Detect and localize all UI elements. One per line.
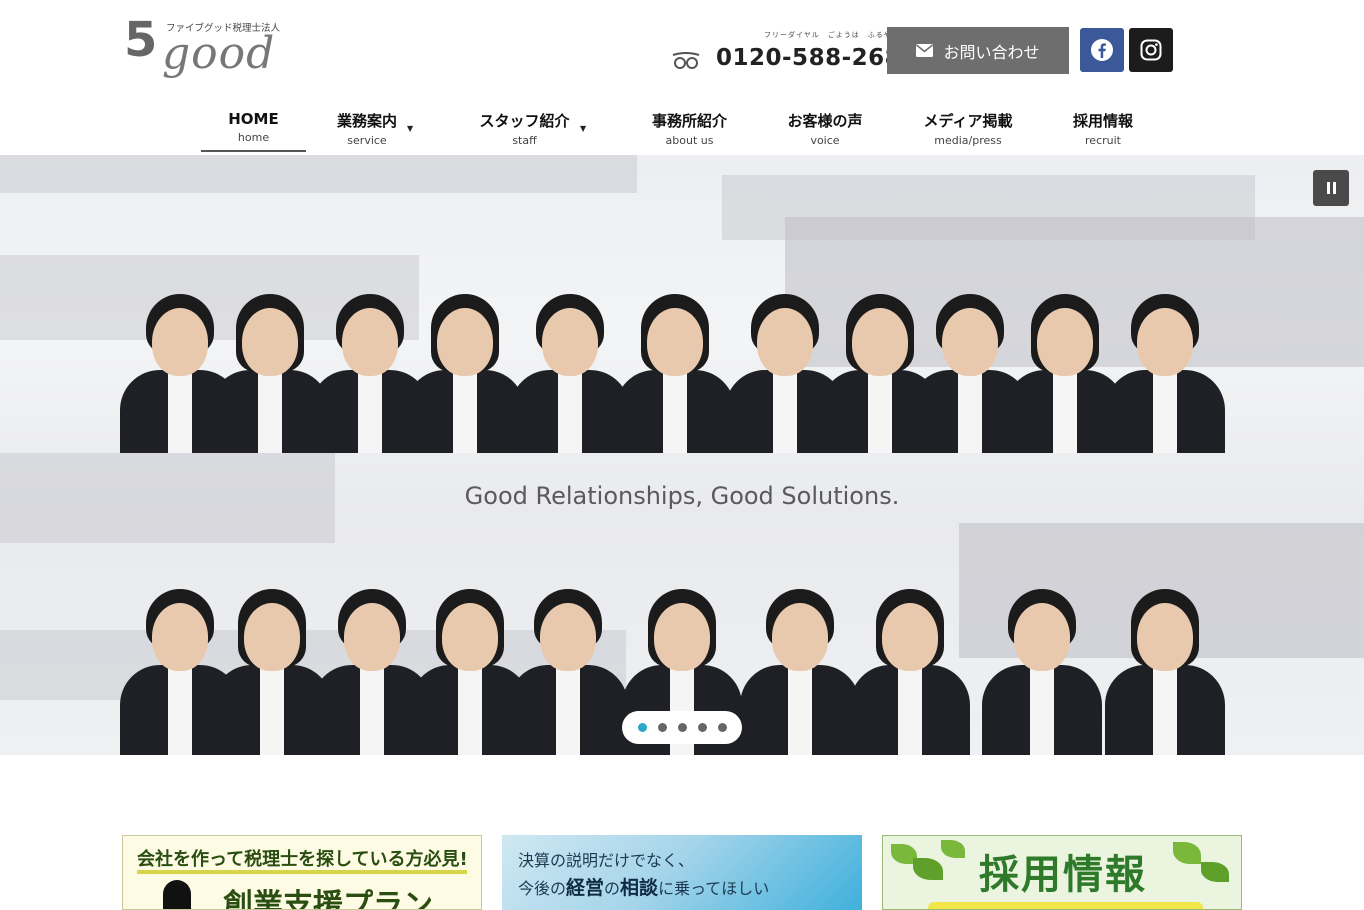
- hero-tagline: Good Relationships, Good Solutions.: [464, 482, 900, 510]
- banner-consultation[interactable]: 決算の説明だけでなく、 今後の経営の相談に乗ってほしい: [502, 835, 862, 910]
- main-nav: HOME home 業務案内 service ▼ スタッフ紹介 staff ▼ …: [0, 100, 1364, 155]
- nav-sublabel: voice: [810, 134, 840, 147]
- contact-button-label: お問い合わせ: [943, 42, 1040, 62]
- facebook-icon: [1091, 39, 1113, 61]
- nav-item-staff[interactable]: スタッフ紹介 staff: [472, 100, 577, 150]
- slider-pagination: [622, 711, 742, 744]
- banner-bar: [928, 902, 1203, 909]
- nav-sublabel: about us: [665, 134, 714, 147]
- phone-number[interactable]: 0120-588-268: [716, 45, 901, 71]
- staff-person: [405, 155, 525, 453]
- mail-icon: [916, 44, 934, 57]
- nav-sublabel: service: [347, 134, 387, 147]
- banner-line-1: 決算の説明だけでなく、: [518, 851, 695, 870]
- banner-title: 創業支援プラン: [223, 888, 433, 910]
- leaf-icon: [1173, 842, 1201, 864]
- slider-dot-3[interactable]: [677, 723, 687, 732]
- leaf-icon: [913, 858, 943, 880]
- nav-item-service[interactable]: 業務案内 service: [326, 100, 408, 150]
- site-header: 5 ファイブグッド税理士法人 good フリーダイヤル ごようは ふるや 012…: [0, 0, 1364, 155]
- person-silhouette-icon: [163, 880, 191, 909]
- nav-label: 業務案内: [336, 112, 397, 130]
- nav-item-home[interactable]: HOME home: [201, 100, 306, 152]
- banner-underline: [137, 870, 467, 874]
- staff-person: [850, 585, 970, 755]
- banner-line-2: 今後の経営の相談に乗ってほしい: [518, 877, 770, 899]
- pause-icon: [1332, 182, 1336, 194]
- logo[interactable]: 5 ファイブグッド税理士法人 good: [124, 12, 280, 82]
- contact-button[interactable]: お問い合わせ: [887, 27, 1069, 74]
- nav-item-about[interactable]: 事務所紹介 about us: [642, 100, 737, 150]
- nav-label: スタッフ紹介: [479, 112, 570, 130]
- nav-label: HOME: [228, 110, 279, 128]
- caret-down-icon[interactable]: ▼: [407, 124, 413, 133]
- nav-sublabel: staff: [512, 134, 537, 147]
- nav-label: メディア掲載: [923, 112, 1013, 130]
- banner-headline: 会社を作って税理士を探している方必見!: [137, 849, 468, 870]
- slider-dot-5[interactable]: [717, 723, 727, 732]
- staff-person: [510, 155, 630, 453]
- nav-item-media[interactable]: メディア掲載 media/press: [912, 100, 1024, 150]
- banner-title: 採用情報: [979, 852, 1147, 898]
- nav-item-recruit[interactable]: 採用情報 recruit: [1063, 100, 1143, 150]
- staff-person: [615, 155, 735, 453]
- staff-photo-top: [0, 155, 1364, 453]
- staff-person: [508, 585, 628, 755]
- staff-person: [982, 585, 1102, 755]
- logo-word: good: [162, 28, 276, 79]
- leaf-icon: [941, 840, 965, 858]
- nav-label: 採用情報: [1072, 112, 1133, 130]
- banner-startup-plan[interactable]: 会社を作って税理士を探している方必見! 創業支援プラン: [122, 835, 482, 910]
- nav-sublabel: home: [237, 131, 270, 144]
- nav-label: お客様の声: [787, 112, 863, 130]
- nav-label: 事務所紹介: [651, 112, 727, 130]
- nav-sublabel: media/press: [934, 134, 1002, 147]
- pause-icon: [1326, 182, 1330, 194]
- instagram-icon: [1140, 39, 1162, 61]
- slider-dot-2[interactable]: [657, 723, 667, 732]
- hero-slider: Good Relationships, Good Solutions.: [0, 155, 1364, 755]
- caret-down-icon[interactable]: ▼: [580, 124, 586, 133]
- banner-recruit[interactable]: 採用情報: [882, 835, 1242, 910]
- freedial-label: フリーダイヤル ごようは ふるや: [764, 31, 892, 39]
- logo-number: 5: [124, 12, 157, 68]
- nav-sublabel: recruit: [1085, 134, 1121, 147]
- staff-person: [1105, 585, 1225, 755]
- nav-item-voice[interactable]: お客様の声 voice: [778, 100, 872, 150]
- slider-dot-1[interactable]: [637, 723, 647, 732]
- facebook-button[interactable]: [1080, 28, 1124, 72]
- freedial-icon: [672, 52, 700, 69]
- instagram-button[interactable]: [1129, 28, 1173, 72]
- slider-dot-4[interactable]: [697, 723, 707, 732]
- leaf-icon: [1201, 862, 1229, 882]
- pause-button[interactable]: [1313, 170, 1349, 206]
- staff-person: [740, 585, 860, 755]
- staff-person: [1105, 155, 1225, 453]
